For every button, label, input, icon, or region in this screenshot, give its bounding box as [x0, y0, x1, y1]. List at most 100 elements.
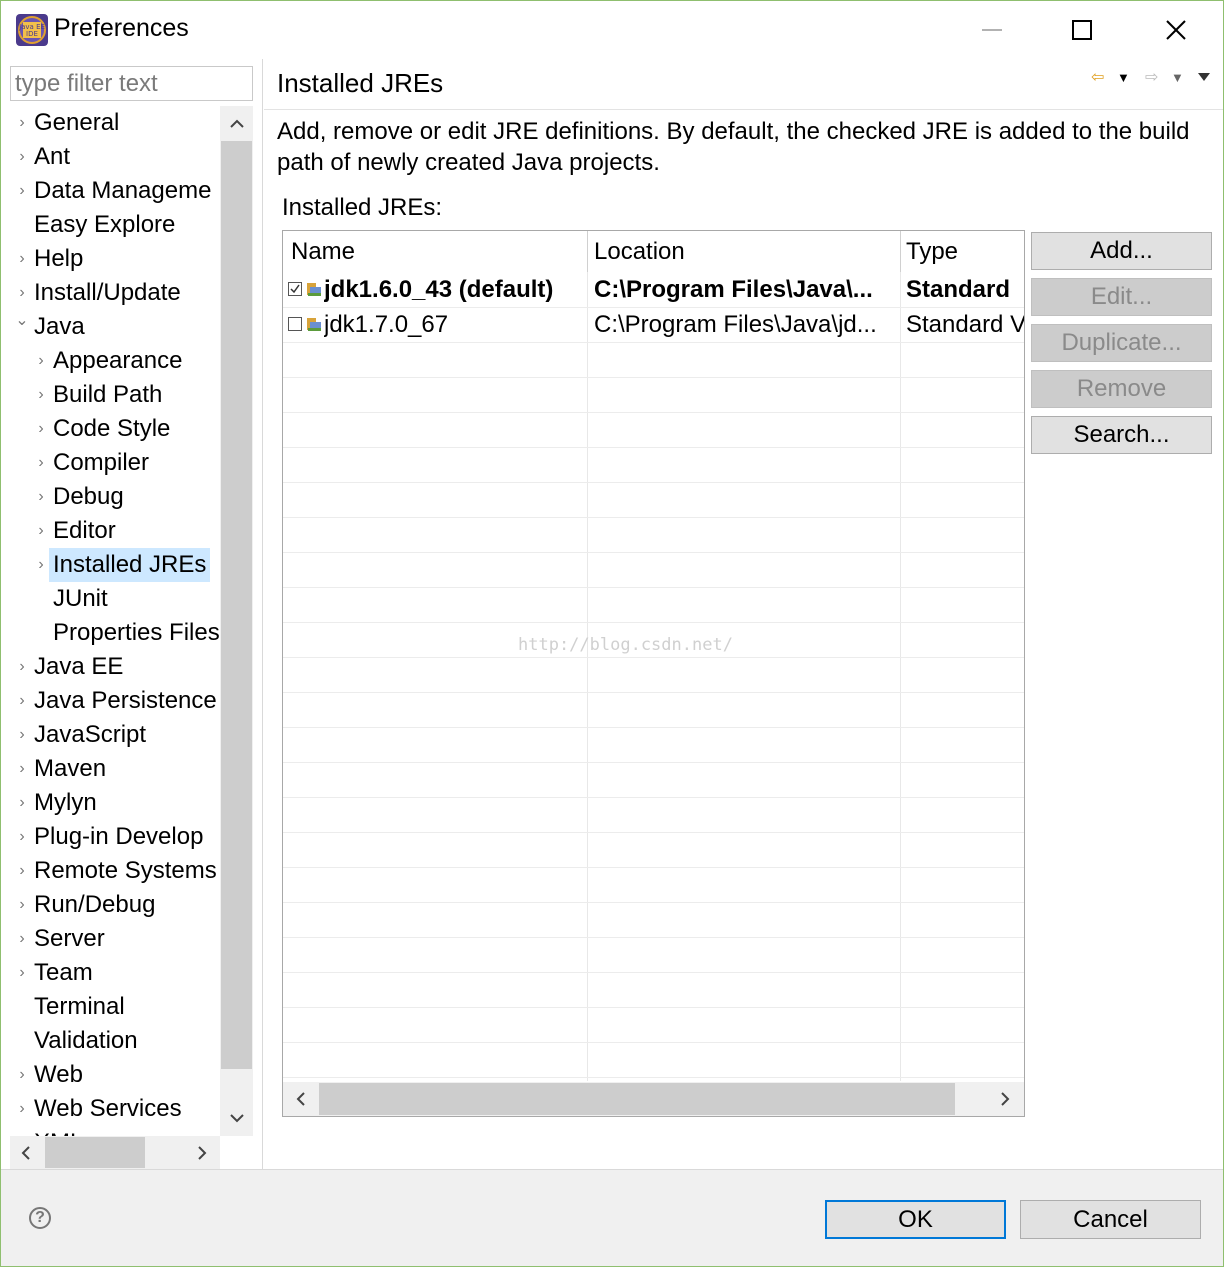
forward-arrow-icon[interactable]: ⇨ — [1145, 65, 1158, 91]
back-arrow-icon[interactable]: ⇦ — [1091, 65, 1104, 91]
edit-button[interactable]: Edit... — [1031, 278, 1212, 316]
column-divider — [587, 231, 588, 1081]
tree-horizontal-scroll-thumb[interactable] — [45, 1137, 145, 1168]
tree-item[interactable]: › Web Services — [1, 1092, 220, 1126]
tree-item[interactable]: › JavaScript — [1, 718, 220, 752]
table-row[interactable]: jdk1.6.0_43 (default) C:\Program Files\Ja… — [283, 272, 1024, 307]
chevron-right-icon[interactable]: › — [15, 718, 29, 752]
add-button[interactable]: Add... — [1031, 232, 1212, 270]
chevron-right-icon[interactable]: › — [15, 888, 29, 922]
chevron-right-icon[interactable]: › — [15, 1058, 29, 1092]
tree-item[interactable]: Validation — [1, 1024, 220, 1058]
scroll-up-icon[interactable] — [222, 109, 252, 139]
remove-button[interactable]: Remove — [1031, 370, 1212, 408]
tree-item[interactable]: › Java EE — [1, 650, 220, 684]
jre-checkbox[interactable] — [288, 317, 302, 331]
column-header-name[interactable]: Name — [291, 231, 355, 272]
ok-button[interactable]: OK — [825, 1200, 1006, 1239]
tree-item[interactable]: › Team — [1, 956, 220, 990]
tree-item[interactable]: › Java Persistence — [1, 684, 220, 718]
tree-item[interactable]: JUnit — [1, 582, 220, 616]
filter-input[interactable] — [10, 66, 253, 101]
row-gridline — [283, 867, 1024, 868]
chevron-right-icon[interactable]: › — [15, 922, 29, 956]
search-button[interactable]: Search... — [1031, 416, 1212, 454]
tree-vertical-scroll-thumb[interactable] — [221, 141, 252, 1069]
close-button[interactable] — [1131, 1, 1221, 59]
minimize-button[interactable] — [947, 1, 1037, 59]
watermark: http://blog.csdn.net/ — [518, 635, 733, 655]
chevron-right-icon[interactable]: › — [34, 514, 48, 548]
tree-item-label: Mylyn — [34, 789, 97, 816]
tree-item[interactable]: › Server — [1, 922, 220, 956]
scroll-right-icon[interactable] — [187, 1138, 217, 1168]
tree-item[interactable]: Properties Files — [1, 616, 220, 650]
chevron-down-icon[interactable]: ⌄ — [15, 310, 29, 344]
add-button-label: Add... — [1090, 237, 1153, 264]
chevron-right-icon[interactable]: › — [15, 684, 29, 718]
chevron-right-icon[interactable]: › — [15, 1126, 29, 1136]
chevron-right-icon[interactable]: › — [34, 344, 48, 378]
chevron-right-icon[interactable]: › — [15, 650, 29, 684]
title-bar: Java EE IDE Preferences — [1, 1, 1223, 59]
chevron-right-icon[interactable]: › — [15, 174, 29, 208]
view-menu-icon[interactable] — [1197, 71, 1211, 83]
tree-item[interactable]: › Data Manageme — [1, 174, 220, 208]
scroll-right-icon[interactable] — [990, 1084, 1020, 1114]
chevron-right-icon[interactable]: › — [34, 412, 48, 446]
installed-jres-table[interactable]: Name Location Type jdk1.6.0_43 (default)… — [282, 230, 1025, 1117]
tree-item[interactable]: › Ant — [1, 140, 220, 174]
scroll-down-icon[interactable] — [222, 1103, 252, 1133]
tree-item-label: Web — [34, 1061, 83, 1088]
tree-item[interactable]: › Compiler — [1, 446, 220, 480]
chevron-right-icon[interactable]: › — [15, 1092, 29, 1126]
tree-item[interactable]: › Debug — [1, 480, 220, 514]
tree-item[interactable]: › Installed JREs — [1, 548, 220, 582]
tree-item[interactable]: › Plug-in Develop — [1, 820, 220, 854]
tree-item[interactable]: › Run/Debug — [1, 888, 220, 922]
chevron-right-icon[interactable]: › — [34, 446, 48, 480]
jre-checkbox[interactable] — [288, 282, 302, 296]
back-menu-icon[interactable]: ▼ — [1117, 65, 1130, 91]
tree-item[interactable]: › Build Path — [1, 378, 220, 412]
tree-item[interactable]: › Install/Update — [1, 276, 220, 310]
column-header-type[interactable]: Type — [906, 231, 958, 272]
tree-item[interactable]: › Help — [1, 242, 220, 276]
tree-item[interactable]: › Web — [1, 1058, 220, 1092]
chevron-right-icon[interactable]: › — [34, 378, 48, 412]
tree-item[interactable]: › Appearance — [1, 344, 220, 378]
tree-item[interactable]: › Code Style — [1, 412, 220, 446]
chevron-right-icon[interactable]: › — [15, 786, 29, 820]
column-header-location[interactable]: Location — [594, 231, 685, 272]
forward-menu-icon[interactable]: ▼ — [1171, 65, 1184, 91]
tree-item[interactable]: › Editor — [1, 514, 220, 548]
scroll-left-icon[interactable] — [11, 1138, 41, 1168]
chevron-right-icon[interactable]: › — [15, 854, 29, 888]
chevron-right-icon[interactable]: › — [34, 480, 48, 514]
chevron-right-icon[interactable]: › — [34, 548, 48, 582]
tree-item[interactable]: › Maven — [1, 752, 220, 786]
chevron-right-icon[interactable]: › — [15, 140, 29, 174]
chevron-right-icon[interactable]: › — [15, 820, 29, 854]
tree-item[interactable]: › Mylyn — [1, 786, 220, 820]
tree-item[interactable]: Terminal — [1, 990, 220, 1024]
chevron-right-icon[interactable]: › — [15, 752, 29, 786]
tree-item[interactable]: › General — [1, 106, 220, 140]
duplicate-button[interactable]: Duplicate... — [1031, 324, 1212, 362]
chevron-right-icon[interactable]: › — [15, 276, 29, 310]
tree-item[interactable]: ⌄ Java — [1, 310, 220, 344]
row-gridline — [283, 1007, 1024, 1008]
chevron-right-icon[interactable]: › — [15, 242, 29, 276]
help-icon[interactable]: ? — [29, 1207, 51, 1229]
tree-item[interactable]: ›XML — [1, 1126, 220, 1136]
table-row[interactable]: jdk1.7.0_67 C:\Program Files\Java\jd... St… — [283, 307, 1024, 342]
chevron-right-icon[interactable]: › — [15, 106, 29, 140]
scroll-left-icon[interactable] — [286, 1084, 316, 1114]
chevron-right-icon[interactable]: › — [15, 956, 29, 990]
cancel-button[interactable]: Cancel — [1020, 1200, 1201, 1239]
tree-item[interactable]: › Remote Systems — [1, 854, 220, 888]
table-horizontal-scroll-thumb[interactable] — [319, 1083, 955, 1115]
preference-tree: › General › Ant › Data Manageme Easy Explore › H… — [1, 106, 220, 1136]
maximize-button[interactable] — [1037, 1, 1127, 59]
tree-item[interactable]: Easy Explore — [1, 208, 220, 242]
